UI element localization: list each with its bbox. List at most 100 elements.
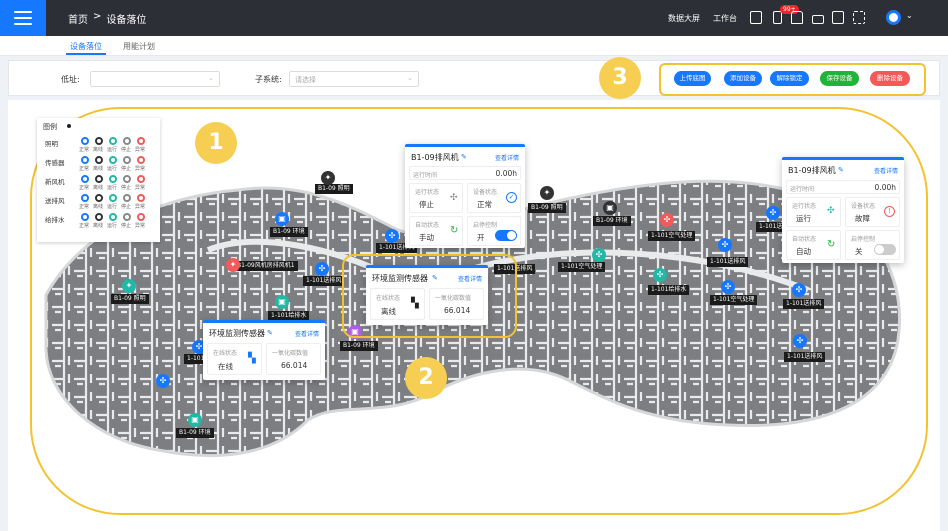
auto-status-value: 自动 bbox=[796, 247, 811, 256]
edit-icon[interactable]: ✎ bbox=[432, 274, 438, 282]
co-value-cell: 一氧化碳数值 66.014 bbox=[429, 288, 484, 320]
run-status-cell: 运行状态 停止 ✣ bbox=[409, 183, 463, 213]
control-label: 启停控制 bbox=[851, 236, 876, 243]
legend-status-icon bbox=[95, 137, 103, 145]
refresh-icon: ↻ bbox=[450, 225, 459, 236]
legend-status-icon bbox=[95, 175, 103, 183]
card-title: 环境监测传感器 bbox=[372, 274, 428, 283]
env-sensor-card-a: 环境监测传感器 ✎ 查看详情 在线状态 离线 ▚ 一氧化碳数值 66.014 bbox=[366, 265, 488, 325]
action-button-1[interactable]: 上传底图 bbox=[674, 71, 711, 86]
action-button-3[interactable]: 解除锁定 bbox=[770, 71, 809, 86]
data-screen-link[interactable]: 数据大屏 bbox=[668, 13, 700, 24]
online-status-cell: 在线状态 离线 ▚ bbox=[370, 288, 425, 320]
legend-row-label: 照明 bbox=[45, 140, 58, 148]
map-legend: 图例 照明 正常 离线 运行 停止 异常 传感器 正常 离线 运行 停止 异常 新风机 正常 离线 运行 停止异… bbox=[37, 118, 160, 242]
legend-row-label: 送排风 bbox=[45, 197, 65, 205]
run-status-value: 运行 bbox=[796, 214, 811, 223]
page-tabs: 设备落位 用能计划 bbox=[0, 36, 948, 56]
legend-status-icon bbox=[137, 194, 145, 202]
shirt-icon[interactable] bbox=[791, 11, 803, 24]
tab-energy-plan[interactable]: 用能计划 bbox=[123, 41, 155, 52]
auto-status-value: 手动 bbox=[419, 233, 434, 242]
card-title: B1-09排风机 bbox=[411, 153, 459, 162]
legend-status-caption: 异常 bbox=[135, 185, 146, 191]
chevron-down-icon: ⌄ bbox=[208, 74, 214, 82]
co-value-cell: 一氧化碳数值 66.014 bbox=[266, 343, 321, 375]
check-icon: ✓ bbox=[506, 192, 517, 203]
control-value: 关 bbox=[855, 247, 863, 256]
start-stop-toggle[interactable] bbox=[495, 230, 517, 241]
runtime-label: 运行时间 bbox=[413, 172, 438, 179]
legend-status-icon bbox=[137, 156, 145, 164]
legend-dot-icon bbox=[67, 124, 71, 128]
device-status-cell: 设备状态 正常 ✓ bbox=[467, 183, 521, 213]
online-status-value: 离线 bbox=[381, 307, 396, 316]
co-value: 66.014 bbox=[281, 361, 308, 370]
action-button-4[interactable]: 保存设备 bbox=[820, 71, 859, 86]
legend-status-icon bbox=[123, 194, 131, 202]
message-icon[interactable] bbox=[750, 11, 762, 24]
control-cell: 启停控制 开 bbox=[467, 216, 521, 246]
tab-device-placement[interactable]: 设备落位 bbox=[70, 41, 102, 52]
edit-icon[interactable]: ✎ bbox=[461, 153, 467, 161]
refresh-icon: ↻ bbox=[827, 239, 836, 250]
legend-status-icon bbox=[123, 137, 131, 145]
avatar[interactable] bbox=[886, 10, 901, 25]
legend-status-icon bbox=[109, 175, 117, 183]
legend-status-icon bbox=[109, 194, 117, 202]
edit-icon[interactable]: ✎ bbox=[838, 166, 844, 174]
view-details-link[interactable]: 查看详情 bbox=[874, 166, 898, 175]
card-title: B1-09排风机 bbox=[788, 166, 836, 175]
legend-status-caption: 正常 bbox=[79, 147, 90, 153]
legend-status-caption: 离线 bbox=[93, 166, 104, 172]
floor-select[interactable]: ⌄ bbox=[90, 71, 220, 87]
view-details-link[interactable]: 查看详情 bbox=[295, 329, 319, 338]
breadcrumb-home[interactable]: 首页 bbox=[68, 11, 88, 26]
auto-status-label: 自动状态 bbox=[415, 222, 440, 229]
legend-status-caption: 运行 bbox=[107, 185, 118, 191]
control-cell: 启停控制 关 bbox=[845, 230, 900, 260]
legend-status-caption: 运行 bbox=[107, 204, 118, 210]
edit-icon[interactable]: ✎ bbox=[267, 329, 273, 337]
legend-status-icon bbox=[137, 175, 145, 183]
start-stop-toggle[interactable] bbox=[874, 244, 896, 255]
legend-status-icon bbox=[123, 213, 131, 221]
legend-status-caption: 异常 bbox=[135, 204, 146, 210]
legend-status-caption: 异常 bbox=[135, 223, 146, 229]
legend-status-icon bbox=[81, 213, 89, 221]
auto-status-cell: 自动状态 手动 ↻ bbox=[409, 216, 463, 246]
device-status-value: 故障 bbox=[855, 214, 870, 223]
legend-status-icon bbox=[123, 156, 131, 164]
runtime-row: 运行时间 0.00h bbox=[409, 166, 521, 180]
legend-status-caption: 正常 bbox=[79, 185, 90, 191]
chevron-down-icon[interactable]: ⌄ bbox=[906, 11, 913, 20]
menu-toggle-button[interactable] bbox=[0, 0, 46, 36]
sensor-grid-icon: ▚ bbox=[248, 353, 256, 364]
window-icon[interactable] bbox=[832, 11, 844, 24]
floor-label: 低址: bbox=[61, 75, 80, 84]
action-button-2[interactable]: 添加设备 bbox=[724, 71, 762, 86]
legend-row-label: 新风机 bbox=[45, 178, 65, 186]
view-details-link[interactable]: 查看详情 bbox=[495, 153, 519, 162]
control-value: 开 bbox=[477, 233, 485, 242]
device-status-label: 设备状态 bbox=[473, 189, 498, 196]
alert-icon: ! bbox=[884, 206, 895, 217]
legend-status-icon bbox=[137, 137, 145, 145]
run-status-label: 运行状态 bbox=[792, 203, 817, 210]
device-status-label: 设备状态 bbox=[851, 203, 876, 210]
runtime-value: 0.00h bbox=[495, 169, 517, 178]
action-button-5[interactable]: 删除设备 bbox=[870, 71, 910, 86]
runtime-label: 运行时间 bbox=[790, 186, 815, 193]
legend-status-icon bbox=[81, 137, 89, 145]
subsystem-select[interactable]: 请选择 ⌄ bbox=[289, 71, 419, 87]
legend-status-caption: 离线 bbox=[93, 223, 104, 229]
legend-status-caption: 停止 bbox=[121, 185, 132, 191]
workbench-link[interactable]: 工作台 bbox=[713, 13, 737, 24]
fan-detail-card-b: B1-09排风机 ✎ 查看详情 运行时间 0.00h 运行状态 运行 ✣ 设备状… bbox=[782, 157, 904, 263]
runtime-row: 运行时间 0.00h bbox=[786, 180, 900, 194]
fullscreen-icon[interactable] bbox=[853, 11, 865, 24]
view-details-link[interactable]: 查看详情 bbox=[458, 274, 482, 283]
legend-status-icon bbox=[123, 175, 131, 183]
legend-status-caption: 离线 bbox=[93, 204, 104, 210]
lock-icon[interactable] bbox=[812, 15, 824, 24]
